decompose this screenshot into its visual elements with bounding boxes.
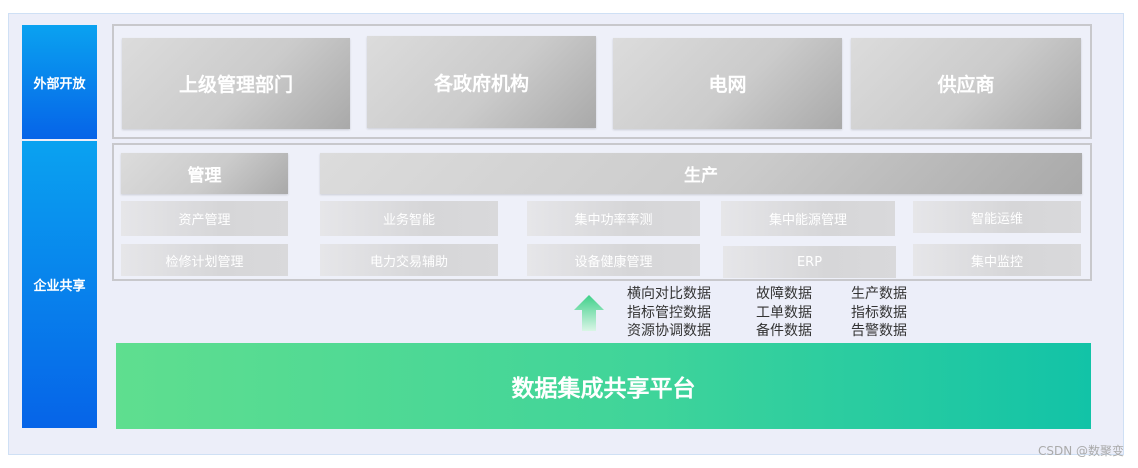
data-item: 故障数据 — [756, 286, 812, 302]
management-item: 检修计划管理 — [121, 244, 288, 276]
up-arrow-icon — [574, 295, 604, 331]
production-item: 业务智能 — [320, 201, 498, 236]
watermark: CSDN @数聚变 — [1037, 444, 1124, 458]
production-item: 集中监控 — [913, 244, 1081, 276]
data-list-column: 生产数据 指标数据 告警数据 — [851, 285, 907, 341]
data-item: 横向对比数据 — [627, 286, 711, 302]
production-item: ERP — [723, 246, 896, 278]
production-item: 集中功率率测 — [527, 201, 700, 236]
management-item: 资产管理 — [121, 201, 288, 236]
external-box-superior: 上级管理部门 — [122, 38, 350, 129]
production-header: 生产 — [320, 153, 1082, 194]
management-header: 管理 — [121, 153, 288, 194]
data-item: 指标管控数据 — [627, 304, 711, 321]
data-list-column: 横向对比数据 指标管控数据 资源协调数据 — [627, 285, 711, 341]
production-item: 设备健康管理 — [527, 244, 700, 276]
data-item: 资源协调数据 — [627, 323, 711, 339]
production-item: 集中能源管理 — [721, 201, 895, 236]
data-list-column: 故障数据 工单数据 备件数据 — [756, 285, 812, 341]
side-label-share: 企业共享 — [22, 141, 97, 428]
data-item: 指标数据 — [851, 304, 907, 321]
external-box-supplier: 供应商 — [851, 38, 1081, 129]
production-item: 智能运维 — [913, 201, 1081, 233]
external-box-grid: 电网 — [613, 38, 842, 129]
side-label-open: 外部开放 — [22, 25, 97, 139]
production-item: 电力交易辅助 — [320, 244, 498, 276]
data-platform-box: 数据集成共享平台 — [116, 343, 1091, 429]
data-item: 备件数据 — [756, 323, 812, 339]
data-item: 告警数据 — [851, 323, 907, 339]
external-box-government: 各政府机构 — [367, 36, 596, 128]
data-item: 工单数据 — [756, 304, 812, 321]
data-item: 生产数据 — [851, 286, 907, 302]
